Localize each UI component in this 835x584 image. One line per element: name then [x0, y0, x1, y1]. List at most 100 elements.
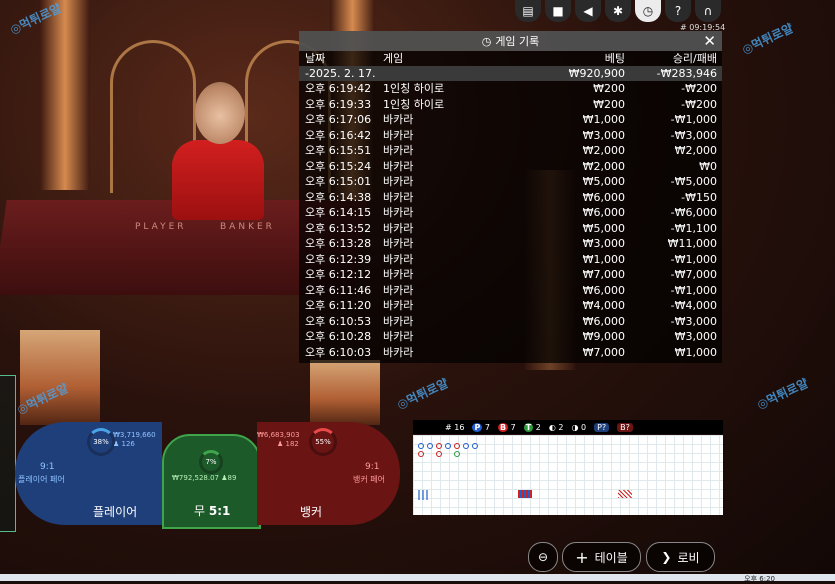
- row-bet: ₩5,000: [582, 175, 625, 188]
- cockroach-road: [618, 490, 632, 498]
- history-header-row: 날짜 게임 베팅 승리/패배: [299, 51, 722, 66]
- road-dot-banker: [454, 443, 460, 449]
- help-icon[interactable]: ?: [665, 0, 691, 22]
- row-bet: ₩6,000: [582, 283, 625, 297]
- history-icon: ◷: [481, 34, 492, 48]
- felt-player-label: PLAYER: [135, 222, 187, 232]
- round-number: # 16: [445, 422, 465, 432]
- video-icon[interactable]: ■: [545, 0, 571, 22]
- row-game: 바카라: [383, 237, 414, 250]
- gear-icon[interactable]: ✱: [605, 0, 631, 22]
- side-panel-edge[interactable]: [0, 375, 16, 532]
- history-icon[interactable]: ◷: [635, 0, 661, 22]
- history-row[interactable]: 오후 6:19:42 1인칭 하이로 ₩200 -₩200: [299, 81, 722, 97]
- col-bet: 베팅: [604, 52, 625, 65]
- history-row[interactable]: 오후 6:12:39 바카라 ₩1,000 -₩1,000: [299, 252, 722, 268]
- history-row[interactable]: 오후 6:11:46 바카라 ₩6,000 -₩1,000: [299, 283, 722, 299]
- history-row[interactable]: 오후 6:15:01 바카라 ₩5,000 -₩5,000: [299, 174, 722, 190]
- betting-area: 38% ₩3,719,660 ♟ 126 9:1 플레이어 페어 플레이어 7%…: [15, 422, 400, 529]
- player-pair-ratio: 9:1: [40, 462, 55, 472]
- row-time: 오후 6:10:53: [305, 314, 372, 328]
- row-bet: ₩2,000: [582, 159, 625, 173]
- light-column: [310, 360, 380, 425]
- dealer-head: [195, 82, 245, 144]
- row-winloss: -₩7,000: [670, 268, 717, 281]
- row-game: 1인칭 하이로: [383, 97, 445, 111]
- player-ask-button[interactable]: P?: [594, 422, 610, 432]
- row-winloss: ₩1,000: [674, 345, 717, 359]
- history-row[interactable]: 오후 6:15:51 바카라 ₩2,000 ₩2,000: [299, 143, 722, 159]
- player-label: 플레이어: [93, 505, 138, 519]
- history-row[interactable]: 오후 6:19:33 1인칭 하이로 ₩200 -₩200: [299, 97, 722, 113]
- row-game: 바카라: [383, 268, 414, 281]
- chip-stack-button[interactable]: ⊖: [528, 542, 558, 572]
- history-row[interactable]: 오후 6:10:03 바카라 ₩7,000 ₩1,000: [299, 345, 722, 361]
- row-game: 바카라: [383, 175, 414, 188]
- history-row[interactable]: 오후 6:13:28 바카라 ₩3,000 ₩11,000: [299, 236, 722, 252]
- row-game: 바카라: [383, 345, 414, 359]
- history-date-row[interactable]: -2025. 2. 17. ₩920,900 -₩283,946: [299, 66, 722, 81]
- row-bet: ₩1,000: [582, 252, 625, 266]
- row-bet: ₩4,000: [582, 299, 625, 312]
- row-winloss: -₩3,000: [670, 128, 717, 142]
- history-row[interactable]: 오후 6:16:42 바카라 ₩3,000 -₩3,000: [299, 128, 722, 144]
- row-time: 오후 6:16:42: [305, 128, 372, 142]
- tables-label: 테이블: [594, 550, 628, 565]
- row-time: 오후 6:11:20: [305, 299, 372, 312]
- close-icon[interactable]: ✕: [703, 32, 716, 50]
- os-taskbar: [0, 574, 835, 581]
- history-row[interactable]: 오후 6:17:06 바카라 ₩1,000 -₩1,000: [299, 112, 722, 128]
- row-time: 오후 6:13:28: [305, 237, 372, 250]
- dealer-figure: [172, 140, 264, 220]
- row-bet: ₩5,000: [582, 221, 625, 235]
- banker-ask-button[interactable]: B?: [617, 422, 633, 432]
- history-row[interactable]: 오후 6:10:28 바카라 ₩9,000 ₩3,000: [299, 329, 722, 345]
- row-bet: ₩6,000: [582, 314, 625, 328]
- history-row[interactable]: 오후 6:12:12 바카라 ₩7,000 -₩7,000: [299, 267, 722, 283]
- row-time: 오후 6:10:03: [305, 345, 372, 359]
- row-game: 바카라: [383, 283, 414, 297]
- banker-pair-label[interactable]: 뱅커 페어: [353, 474, 385, 485]
- roadmap-stats: # 16 P 7 B 7 T 2 ◐ 2 ◑ 0 P? B?: [413, 420, 723, 434]
- player-pair-label[interactable]: 플레이어 페어: [18, 474, 65, 485]
- sound-icon[interactable]: ◀: [575, 0, 601, 22]
- history-row[interactable]: 오후 6:15:24 바카라 ₩2,000 ₩0: [299, 159, 722, 175]
- road-dot-player: [445, 443, 451, 449]
- history-row[interactable]: 오후 6:10:53 바카라 ₩6,000 -₩3,000: [299, 314, 722, 330]
- row-time: 오후 6:15:51: [305, 144, 372, 157]
- row-winloss: -₩150: [681, 190, 717, 204]
- player-bet-spot[interactable]: 38% ₩3,719,660 ♟ 126 9:1 플레이어 페어 플레이어: [15, 422, 162, 525]
- top-controls: ▤ ■ ◀ ✱ ◷ ? ∩: [515, 0, 721, 22]
- lobby-button[interactable]: ❯ 로비: [646, 542, 715, 572]
- row-winloss: -₩5,000: [670, 175, 717, 188]
- player-total-amount: ₩3,719,660: [113, 431, 156, 439]
- player-pair-count: ◐ 2: [548, 422, 564, 432]
- row-game: 바카라: [383, 314, 414, 328]
- road-dot-tie: [454, 451, 460, 457]
- row-game: 바카라: [383, 144, 414, 157]
- row-time: 오후 6:17:06: [305, 113, 372, 126]
- history-row[interactable]: 오후 6:14:15 바카라 ₩6,000 -₩6,000: [299, 205, 722, 221]
- player-bettor-count: ♟ 126: [113, 440, 135, 448]
- tie-total-amount: ₩792,528.07 ♟89: [172, 474, 237, 482]
- history-row[interactable]: 오후 6:13:52 바카라 ₩5,000 -₩1,100: [299, 221, 722, 237]
- roadmap-grid[interactable]: [413, 435, 723, 515]
- road-dot-player: [418, 443, 424, 449]
- row-bet: ₩200: [593, 97, 625, 111]
- banker-pair-ratio: 9:1: [365, 462, 380, 472]
- tables-button[interactable]: + 테이블: [562, 542, 641, 572]
- tie-label: 무 5:1: [194, 504, 231, 518]
- row-bet: ₩6,000: [582, 190, 625, 204]
- history-row[interactable]: 오후 6:11:20 바카라 ₩4,000 -₩4,000: [299, 298, 722, 314]
- row-winloss: ₩11,000: [667, 237, 717, 250]
- watermark-logo: ◎먹튀로얄: [739, 21, 796, 57]
- date-group: -2025. 2. 17.: [305, 67, 376, 80]
- row-bet: ₩1,000: [582, 113, 625, 126]
- history-row[interactable]: 오후 6:14:38 바카라 ₩6,000 -₩150: [299, 190, 722, 206]
- headset-icon[interactable]: ∩: [695, 0, 721, 22]
- banker-label: 뱅커: [300, 505, 323, 519]
- row-game: 바카라: [383, 299, 414, 312]
- chat-icon[interactable]: ▤: [515, 0, 541, 22]
- tie-bet-spot[interactable]: 7% ₩792,528.07 ♟89 무 5:1: [162, 434, 261, 529]
- banker-bet-spot[interactable]: 55% ₩6,683,903 ♟ 182 9:1 뱅커 페어 뱅커: [257, 422, 400, 525]
